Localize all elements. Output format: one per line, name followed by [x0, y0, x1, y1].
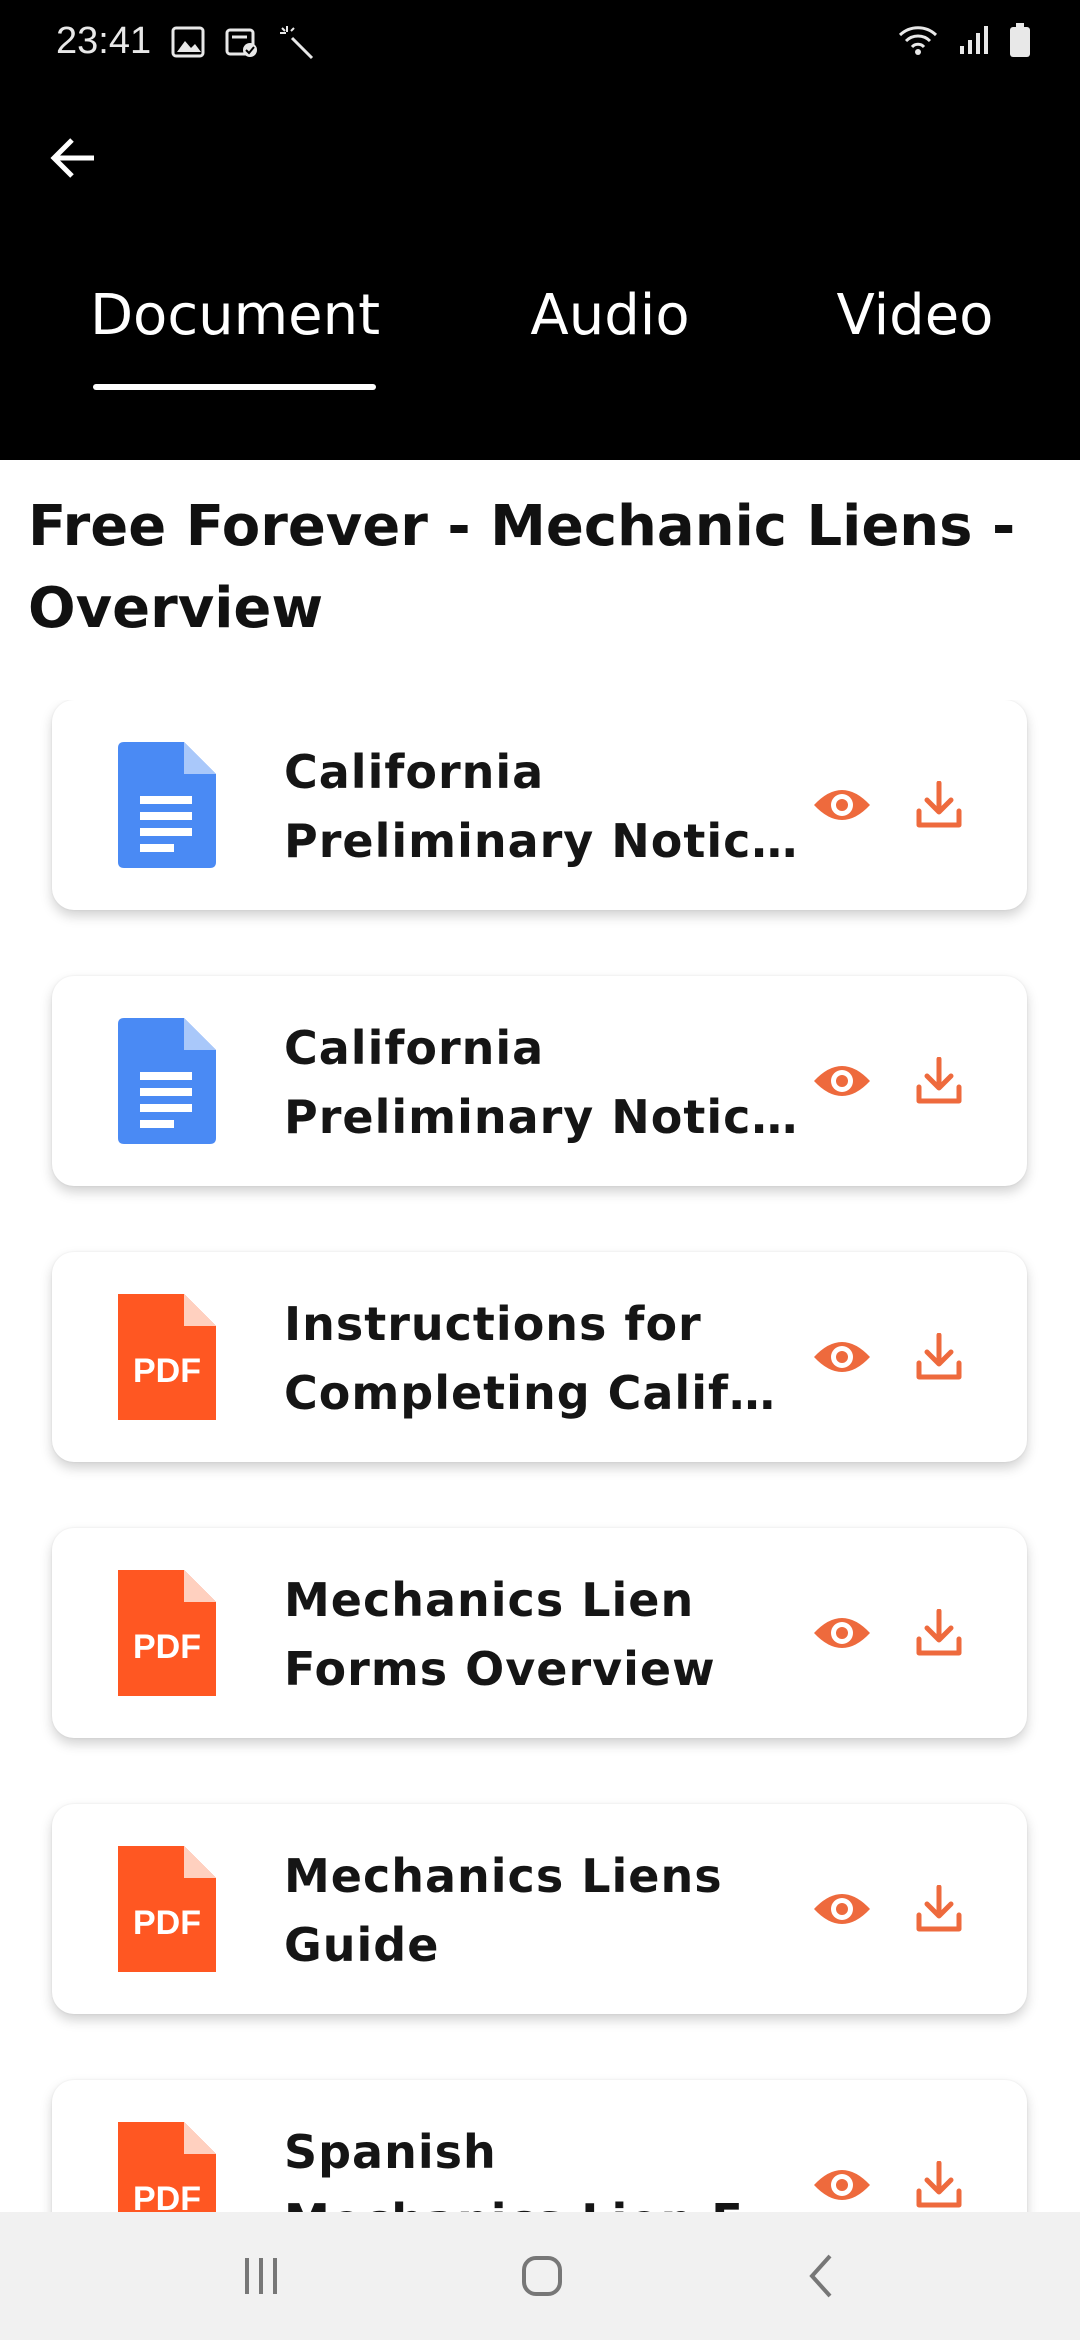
document-title-line-1: Mechanics Liens — [284, 1849, 723, 1903]
eye-icon — [814, 1618, 870, 1648]
document-card[interactable]: PDF Mechanics Lien Forms Overview — [52, 1528, 1027, 1738]
battery-icon — [1008, 22, 1032, 58]
document-title-line-1: Mechanics Lien — [284, 1573, 695, 1627]
document-card[interactable]: California Preliminary Notic… — [52, 700, 1027, 910]
pdf-file-icon: PDF — [118, 1846, 216, 1972]
nav-back-button[interactable] — [777, 2236, 867, 2316]
download-button[interactable] — [906, 2152, 972, 2212]
document-card[interactable]: PDF Spanish Mechanics Lien F… — [52, 2080, 1027, 2212]
notification-icons — [170, 24, 314, 60]
tab-document[interactable]: Document — [60, 276, 410, 396]
document-list[interactable]: California Preliminary Notic… California Pr… — [0, 700, 1080, 2212]
selected-tab-indicator — [93, 384, 376, 390]
recent-apps-icon — [245, 2258, 277, 2294]
signal-icon — [956, 22, 992, 58]
image-icon — [170, 24, 206, 60]
status-bar: 23:41 — [0, 0, 1080, 86]
document-title-line-1: California — [284, 745, 545, 799]
recent-apps-button[interactable] — [216, 2236, 306, 2316]
tab-bar: Document Audio Video — [0, 276, 1080, 396]
system-icons — [896, 22, 1032, 58]
document-title-line-1: Spanish — [284, 2125, 497, 2179]
view-button[interactable] — [806, 1048, 878, 1114]
page-title: Free Forever - Mechanic Liens - Overview — [28, 494, 1016, 641]
eye-icon — [814, 1894, 870, 1924]
eye-icon — [814, 1342, 870, 1372]
home-icon — [522, 2256, 562, 2296]
view-button[interactable] — [806, 1876, 878, 1942]
view-button[interactable] — [806, 2152, 878, 2212]
pdf-label: PDF — [133, 1904, 201, 1942]
download-button[interactable] — [906, 1324, 972, 1390]
wifi-icon — [896, 22, 940, 58]
download-button[interactable] — [906, 772, 972, 838]
view-button[interactable] — [806, 1324, 878, 1390]
document-title: California Preliminary Notic… — [284, 1014, 824, 1152]
document-title-line-1: California — [284, 1021, 545, 1075]
eye-icon — [814, 2170, 870, 2200]
document-title-line-1: Instructions for — [284, 1297, 702, 1351]
document-title: Mechanics Liens Guide — [284, 1842, 824, 1980]
calendar-check-icon — [224, 24, 260, 60]
document-title-line-2: Preliminary Notic… — [284, 1090, 799, 1144]
document-title: California Preliminary Notic… — [284, 738, 824, 876]
status-time: 23:41 — [56, 20, 152, 62]
doc-file-icon — [118, 1018, 216, 1144]
download-button[interactable] — [906, 1876, 972, 1942]
document-card[interactable]: California Preliminary Notic… — [52, 976, 1027, 1186]
document-title-line-2: Guide — [284, 1918, 440, 1972]
document-title-line-2: Forms Overview — [284, 1642, 716, 1696]
document-title-line-2: Mechanics Lien F… — [284, 2187, 824, 2212]
download-icon — [916, 1333, 962, 1380]
document-title-line-2: Preliminary Notic… — [284, 814, 799, 868]
view-button[interactable] — [806, 772, 878, 838]
system-nav-bar — [0, 2212, 1080, 2340]
pdf-label: PDF — [133, 1352, 201, 1390]
eye-icon — [814, 1066, 870, 1096]
home-button[interactable] — [497, 2236, 587, 2316]
download-button[interactable] — [906, 1048, 972, 1114]
download-icon — [916, 2161, 962, 2208]
document-card[interactable]: PDF Mechanics Liens Guide — [52, 1804, 1027, 2014]
pdf-file-icon: PDF — [118, 2122, 216, 2212]
arrow-left-icon — [50, 138, 94, 178]
magic-wand-icon — [278, 24, 314, 60]
download-button[interactable] — [906, 1600, 972, 1666]
document-card[interactable]: PDF Instructions for Completing Calif… — [52, 1252, 1027, 1462]
pdf-label: PDF — [133, 2180, 201, 2212]
download-icon — [916, 1057, 962, 1104]
document-title-line-2: Completing Calif… — [284, 1366, 776, 1420]
document-title: Mechanics Lien Forms Overview — [284, 1566, 824, 1704]
tab-video[interactable]: Video — [810, 276, 1020, 396]
view-button[interactable] — [806, 1600, 878, 1666]
tab-audio[interactable]: Audio — [500, 276, 720, 396]
download-icon — [916, 1609, 962, 1656]
back-button[interactable] — [44, 128, 104, 188]
document-title: Instructions for Completing Calif… — [284, 1290, 824, 1428]
pdf-file-icon: PDF — [118, 1570, 216, 1696]
document-title: Spanish Mechanics Lien F… — [284, 2118, 824, 2212]
eye-icon — [814, 790, 870, 820]
back-icon — [809, 2254, 832, 2298]
download-icon — [916, 1885, 962, 1932]
pdf-label: PDF — [133, 1628, 201, 1666]
doc-file-icon — [118, 742, 216, 868]
app-header: Document Audio Video — [0, 86, 1080, 460]
download-icon — [916, 781, 962, 828]
pdf-file-icon: PDF — [118, 1294, 216, 1420]
